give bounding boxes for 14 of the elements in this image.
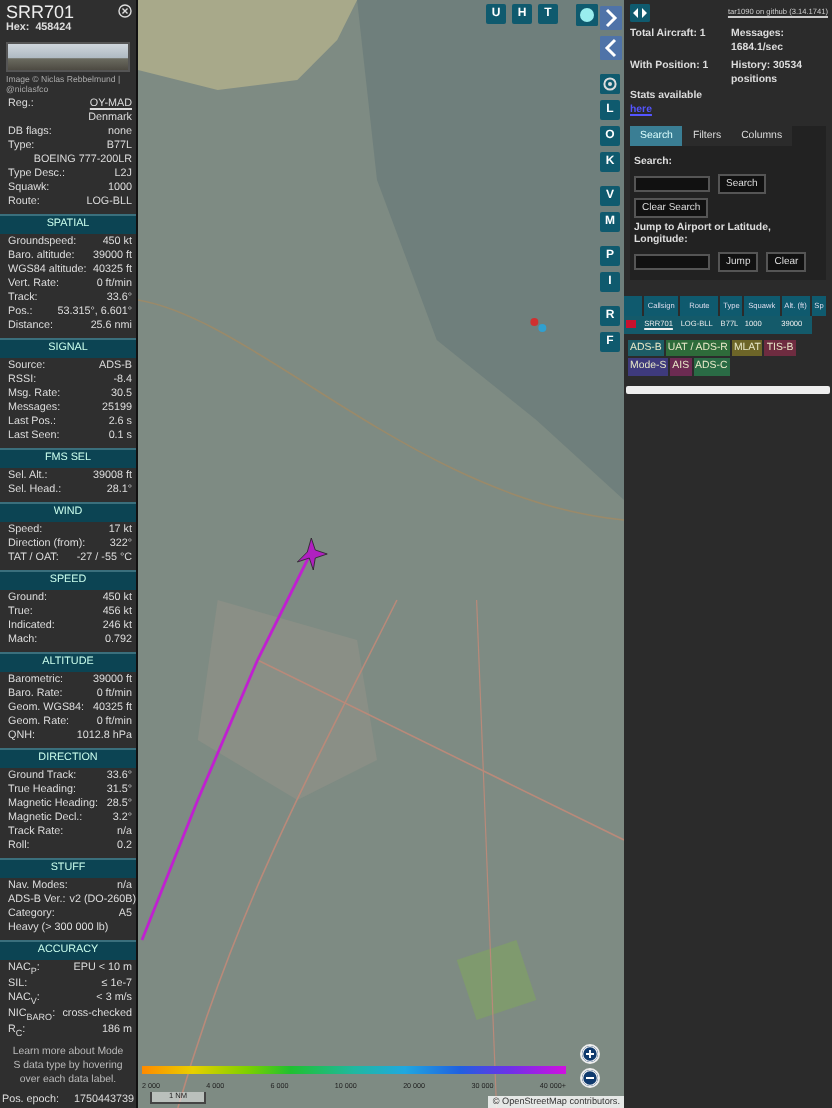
settings-icon[interactable] [600,74,620,94]
close-icon[interactable] [118,4,132,18]
callsign-title: SRR701 [6,2,75,22]
aircraft-marker-icon[interactable] [530,318,547,332]
aircraft-icon[interactable] [296,537,328,571]
chevron-left-icon[interactable] [600,36,622,60]
flag-icon [625,320,636,328]
chevron-right-icon[interactable] [600,6,622,30]
jump-field[interactable] [634,253,710,269]
search-field[interactable] [634,175,710,191]
photo-placeholder [6,42,130,72]
layers-icon[interactable] [576,4,598,26]
horizontal-scrollbar[interactable] [626,385,830,393]
expand-arrows-icon[interactable] [630,4,650,22]
